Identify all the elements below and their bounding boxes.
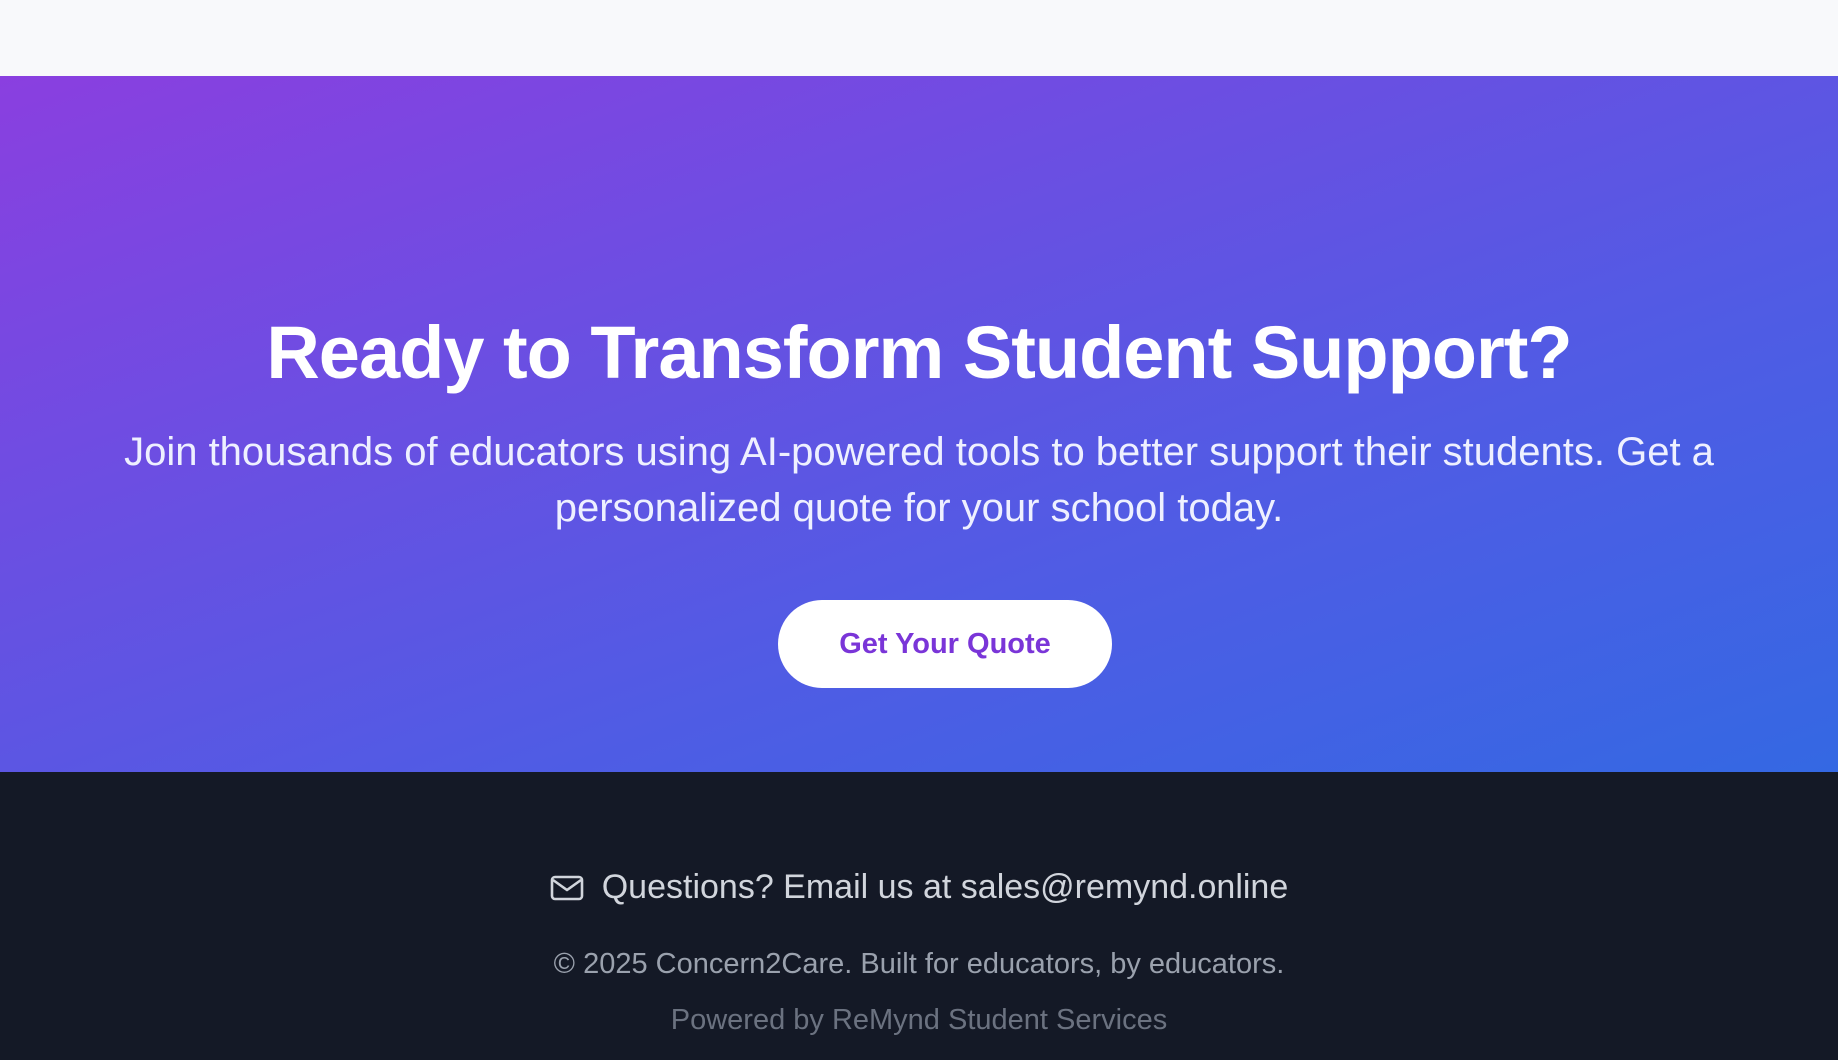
footer: Questions? Email us at sales@remynd.onli… [0,772,1838,1060]
cta-subtitle: Join thousands of educators using AI-pow… [124,430,1714,530]
footer-contact[interactable]: Questions? Email us at sales@remynd.onli… [0,868,1838,907]
get-quote-button[interactable]: Get Your Quote [778,600,1112,688]
footer-powered-by: Powered by ReMynd Student Services [670,1004,1168,1036]
contact-email-text[interactable]: Questions? Email us at sales@remynd.onli… [602,868,1289,907]
cta-section: Ready to Transform Student Support? Join… [0,76,1838,772]
cta-title: Ready to Transform Student Support? [266,311,1572,394]
top-strip [0,0,1838,76]
footer-copyright: © 2025 Concern2Care. Built for educators… [553,948,1285,980]
mail-icon [550,873,584,903]
